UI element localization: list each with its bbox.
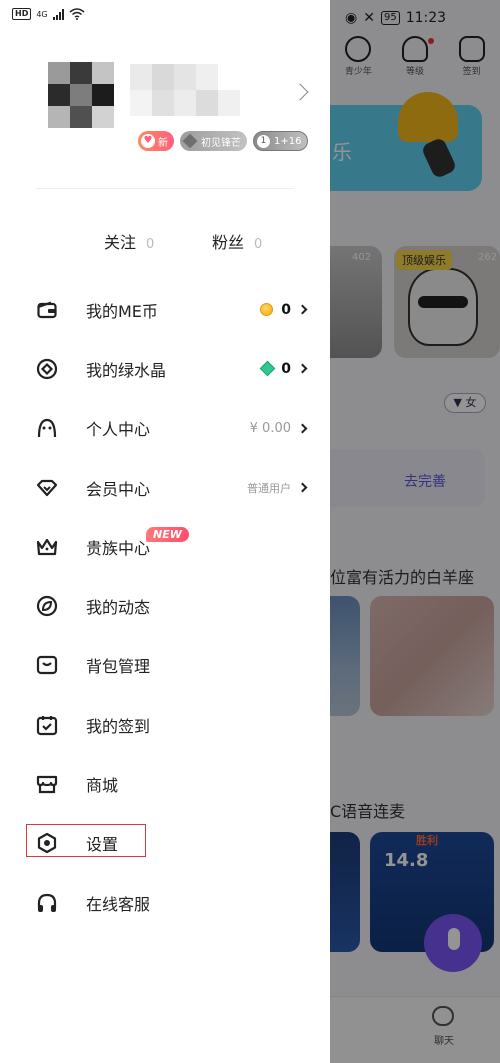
crystal-circle-icon <box>36 358 58 380</box>
gem-icon <box>182 133 198 149</box>
chevron-right-icon <box>297 363 308 374</box>
network-type: 4G <box>36 9 48 19</box>
fans-count: 0 <box>254 237 263 252</box>
following-label: 关注 <box>104 233 137 252</box>
following-count: 0 <box>146 237 155 252</box>
crown-icon <box>36 536 58 558</box>
profile-badges: ♥ 新 初见锋芒 1 1+16 <box>138 131 309 151</box>
profile-divider <box>36 188 294 189</box>
menu-item-noble-center[interactable]: 贵族中心 NEW <box>0 517 330 576</box>
store-icon <box>36 773 58 795</box>
wifi-icon <box>69 8 85 20</box>
menu-value-group: 0 <box>259 360 308 377</box>
nickname-redacted <box>130 64 240 116</box>
side-drawer: HD 4G ♥ 新 初见锋芒 1 1+16 关注 0 粉丝 0 我的ME币 0 … <box>0 0 330 1063</box>
rank-badge-label: 初见锋芒 <box>201 137 241 149</box>
level-badge: 1 1+16 <box>253 131 309 151</box>
new-tag: NEW <box>146 527 189 543</box>
green-crystal-balance: 0 <box>281 360 291 377</box>
avatar[interactable] <box>48 62 114 128</box>
chevron-right-icon <box>297 423 308 434</box>
drawer-scrim[interactable] <box>330 0 500 1063</box>
following-stat[interactable]: 关注 0 <box>104 229 154 253</box>
personal-balance: ¥ 0.00 <box>249 420 291 436</box>
menu-label: 在线客服 <box>86 894 151 914</box>
menu-item-customer-service[interactable]: 在线客服 <box>0 873 330 932</box>
menu-label: 贵族中心 <box>86 538 151 558</box>
newbie-badge: ♥ 新 <box>138 131 174 151</box>
member-level: 普通用户 <box>247 481 291 495</box>
gold-coin-icon <box>260 303 274 317</box>
menu-value-group: 普通用户 <box>247 480 308 496</box>
menu-item-personal-center[interactable]: 个人中心 ¥ 0.00 <box>0 399 330 458</box>
menu-item-me-coin[interactable]: 我的ME币 0 <box>0 280 330 339</box>
menu-label: 我的ME币 <box>86 301 158 321</box>
leaf-icon <box>36 595 58 617</box>
wallet-icon <box>36 299 58 321</box>
menu-label: 背包管理 <box>86 657 151 677</box>
menu-item-my-moments[interactable]: 我的动态 <box>0 576 330 635</box>
menu-label: 会员中心 <box>86 479 151 499</box>
hd-indicator: HD <box>12 8 32 20</box>
menu-item-member-center[interactable]: 会员中心 普通用户 <box>0 458 330 517</box>
fans-label: 粉丝 <box>212 233 245 252</box>
menu-item-backpack[interactable]: 背包管理 <box>0 636 330 695</box>
menu-label: 个人中心 <box>86 420 151 440</box>
settings-highlight-box <box>26 824 146 857</box>
me-coin-balance: 0 <box>281 301 291 318</box>
menu-item-green-crystal[interactable]: 我的绿水晶 0 <box>0 339 330 398</box>
rank-badge: 初见锋芒 <box>180 131 247 151</box>
menu-item-check-in[interactable]: 我的签到 <box>0 695 330 754</box>
menu-label: 我的动态 <box>86 598 151 618</box>
profile-chevron-icon[interactable] <box>291 83 309 101</box>
person-icon <box>36 417 58 439</box>
menu-label: 商城 <box>86 776 119 796</box>
chevron-right-icon <box>297 304 308 315</box>
menu-item-mall[interactable]: 商城 <box>0 754 330 813</box>
level-badge-label: 1+16 <box>274 135 302 147</box>
menu-value-group: ¥ 0.00 <box>249 420 308 436</box>
headset-icon <box>36 892 58 914</box>
newbie-badge-label: 新 <box>158 137 168 149</box>
menu-label: 我的签到 <box>86 716 151 736</box>
calendar-check-icon <box>36 714 58 736</box>
green-crystal-icon <box>259 361 276 377</box>
heart-icon: ♥ <box>141 134 155 148</box>
fans-stat[interactable]: 粉丝 0 <box>212 229 262 253</box>
menu-label: 我的绿水晶 <box>86 360 167 380</box>
backpack-icon <box>36 654 58 676</box>
menu-value-group: 0 <box>260 301 308 318</box>
level-dot-icon: 1 <box>257 134 270 148</box>
diamond-icon <box>36 477 58 499</box>
chevron-right-icon <box>297 482 308 493</box>
status-bar-left: HD 4G <box>12 8 85 20</box>
signal-icon <box>52 8 64 20</box>
